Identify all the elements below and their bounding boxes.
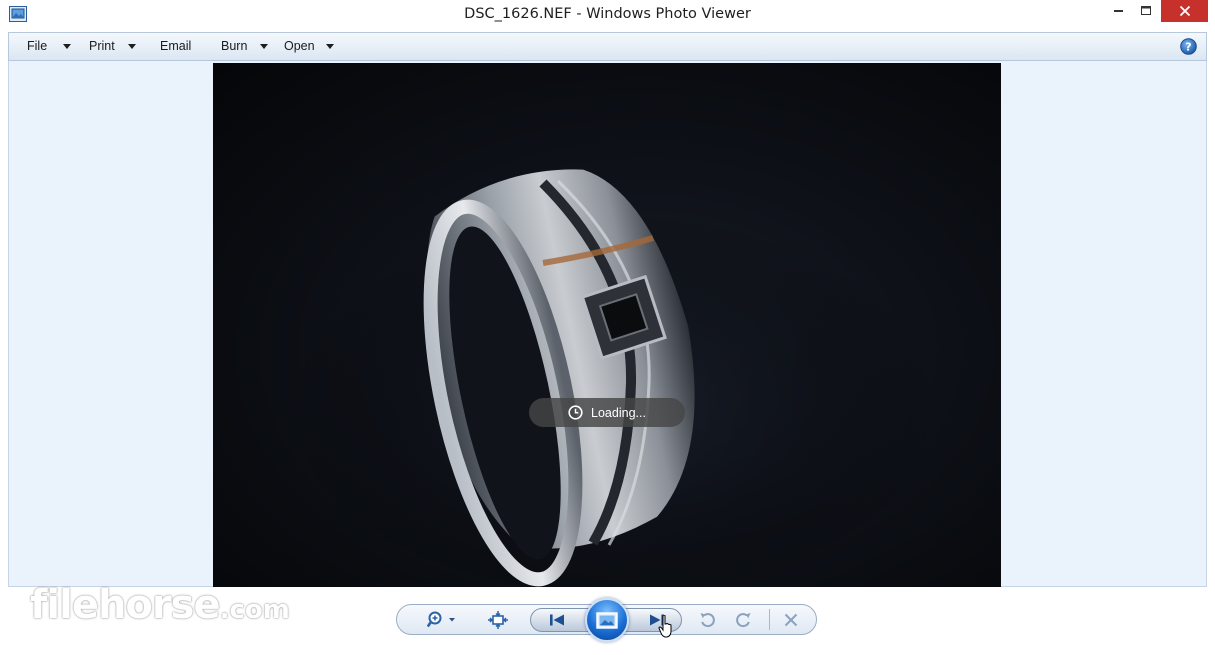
menu-file[interactable]: File [27,33,79,60]
menu-file-label: File [27,39,48,53]
chevron-down-icon [326,44,334,49]
menu-open[interactable]: Open [284,33,340,60]
menu-burn-label: Burn [221,39,248,53]
maximize-button[interactable] [1133,0,1159,22]
close-window-button[interactable] [1161,0,1208,22]
chevron-down-icon [63,44,71,49]
loading-text: Loading... [591,405,646,420]
title-bar: DSC_1626.NEF - Windows Photo Viewer [0,0,1215,31]
loading-indicator: Loading... [529,398,685,427]
menu-email[interactable]: Email [160,33,200,60]
minimize-button[interactable] [1105,0,1133,22]
fit-to-window-icon [488,611,508,629]
toolbar-separator [769,609,770,630]
rotate-clockwise-icon [736,613,751,628]
filehorse-watermark: filehorse.com [30,582,290,628]
rotate-clockwise-button[interactable] [732,609,754,631]
chevron-down-icon [260,44,268,49]
zoom-icon [427,611,455,628]
rotate-counterclockwise-button[interactable] [697,609,719,631]
slideshow-icon [596,611,618,629]
photo-display[interactable] [213,63,1001,587]
close-icon [1179,5,1190,17]
menu-print-label: Print [89,39,115,53]
delete-icon [784,613,798,627]
help-icon[interactable]: ? [1180,38,1197,55]
menu-burn[interactable]: Burn [221,33,273,60]
previous-button[interactable] [540,610,574,630]
window-title: DSC_1626.NEF - Windows Photo Viewer [464,6,751,22]
menu-email-label: Email [160,39,192,53]
menu-open-label: Open [284,39,315,53]
chevron-down-icon [128,44,136,49]
maximize-icon [1140,6,1151,15]
rotate-counterclockwise-icon [700,613,715,628]
slideshow-button[interactable] [585,598,629,642]
zoom-button[interactable] [425,609,459,631]
ring-photo [283,169,943,587]
previous-icon [550,614,564,626]
watermark-domain: .com [219,595,290,625]
svg-text:?: ? [1185,41,1191,54]
fit-to-window-button[interactable] [485,609,511,631]
watermark-brand: filehorse [30,582,221,628]
menu-bar: File Print Email Burn Open ? [8,32,1207,61]
clock-icon [568,405,583,420]
delete-button[interactable] [780,609,802,631]
menu-print[interactable]: Print [89,33,147,60]
mouse-cursor-icon [658,615,672,638]
minimize-icon [1114,10,1123,12]
